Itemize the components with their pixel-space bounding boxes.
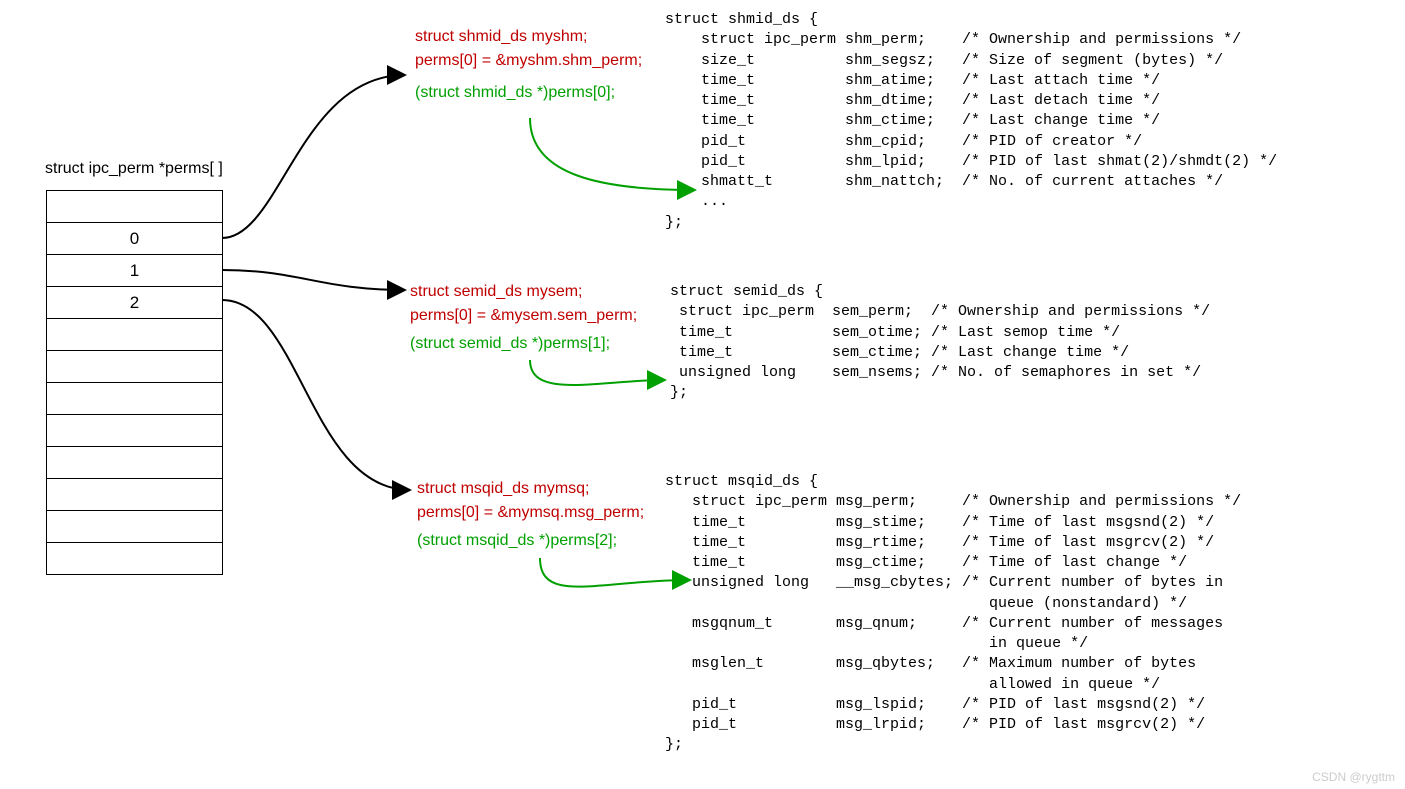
- perms-array-title: struct ipc_perm *perms[ ]: [45, 160, 223, 178]
- sem-assign: perms[0] = &mysem.sem_perm;: [410, 304, 637, 328]
- code-block-shm: struct shmid_ds myshm; perms[0] = &myshm…: [415, 25, 642, 105]
- code-block-msq: struct msqid_ds mymsq; perms[0] = &mymsq…: [417, 477, 644, 553]
- array-row: [47, 382, 222, 414]
- sem-cast: (struct semid_ds *)perms[1];: [410, 332, 637, 356]
- array-row: [47, 510, 222, 542]
- array-row-0: 0: [47, 222, 222, 254]
- array-row: [47, 350, 222, 382]
- shm-assign: perms[0] = &myshm.shm_perm;: [415, 49, 642, 73]
- perms-array: 0 1 2: [46, 190, 223, 575]
- struct-msqid-ds: struct msqid_ds { struct ipc_perm msg_pe…: [665, 472, 1241, 756]
- array-row: [47, 414, 222, 446]
- array-row-1: 1: [47, 254, 222, 286]
- array-row: [47, 542, 222, 574]
- array-row: [47, 318, 222, 350]
- code-block-sem: struct semid_ds mysem; perms[0] = &mysem…: [410, 280, 637, 356]
- struct-semid-ds: struct semid_ds { struct ipc_perm sem_pe…: [670, 282, 1210, 404]
- msq-cast: (struct msqid_ds *)perms[2];: [417, 529, 644, 553]
- array-row-2: 2: [47, 286, 222, 318]
- watermark: CSDN @rygttm: [1312, 770, 1395, 784]
- array-row: [47, 478, 222, 510]
- shm-decl: struct shmid_ds myshm;: [415, 25, 642, 49]
- sem-decl: struct semid_ds mysem;: [410, 280, 637, 304]
- array-row: [47, 191, 222, 222]
- array-row: [47, 446, 222, 478]
- struct-shmid-ds: struct shmid_ds { struct ipc_perm shm_pe…: [665, 10, 1277, 233]
- msq-decl: struct msqid_ds mymsq;: [417, 477, 644, 501]
- shm-cast: (struct shmid_ds *)perms[0];: [415, 81, 642, 105]
- msq-assign: perms[0] = &mymsq.msg_perm;: [417, 501, 644, 525]
